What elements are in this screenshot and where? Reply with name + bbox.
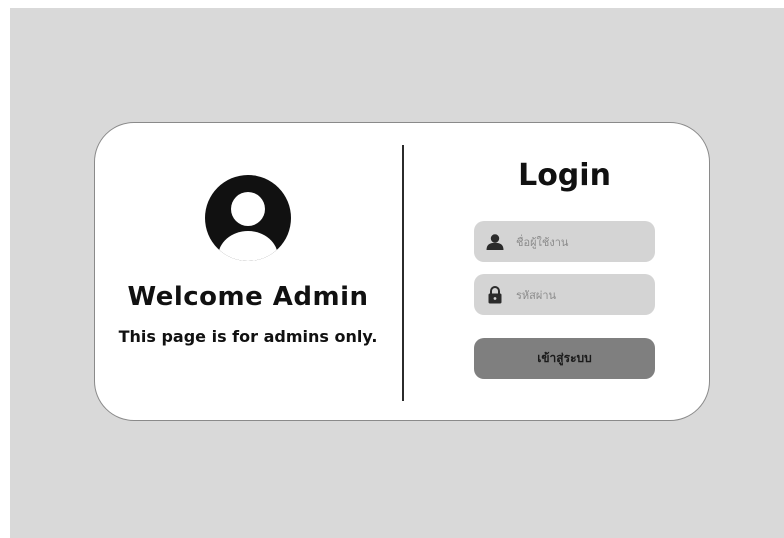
card-divider — [402, 145, 404, 401]
username-field[interactable]: ชื่อผู้ใช้งาน — [474, 221, 655, 262]
password-field[interactable]: รหัสผ่าน — [474, 274, 655, 315]
user-avatar-icon — [205, 175, 291, 261]
username-placeholder: ชื่อผู้ใช้งาน — [516, 235, 569, 249]
user-icon — [486, 233, 504, 251]
lock-icon — [486, 285, 504, 304]
welcome-title: Welcome Admin — [127, 282, 369, 312]
password-placeholder: รหัสผ่าน — [516, 288, 557, 302]
login-button[interactable]: เข้าสู่ระบบ — [474, 338, 655, 379]
login-title: Login — [518, 158, 611, 193]
welcome-subtitle: This page is for admins only. — [118, 327, 378, 346]
